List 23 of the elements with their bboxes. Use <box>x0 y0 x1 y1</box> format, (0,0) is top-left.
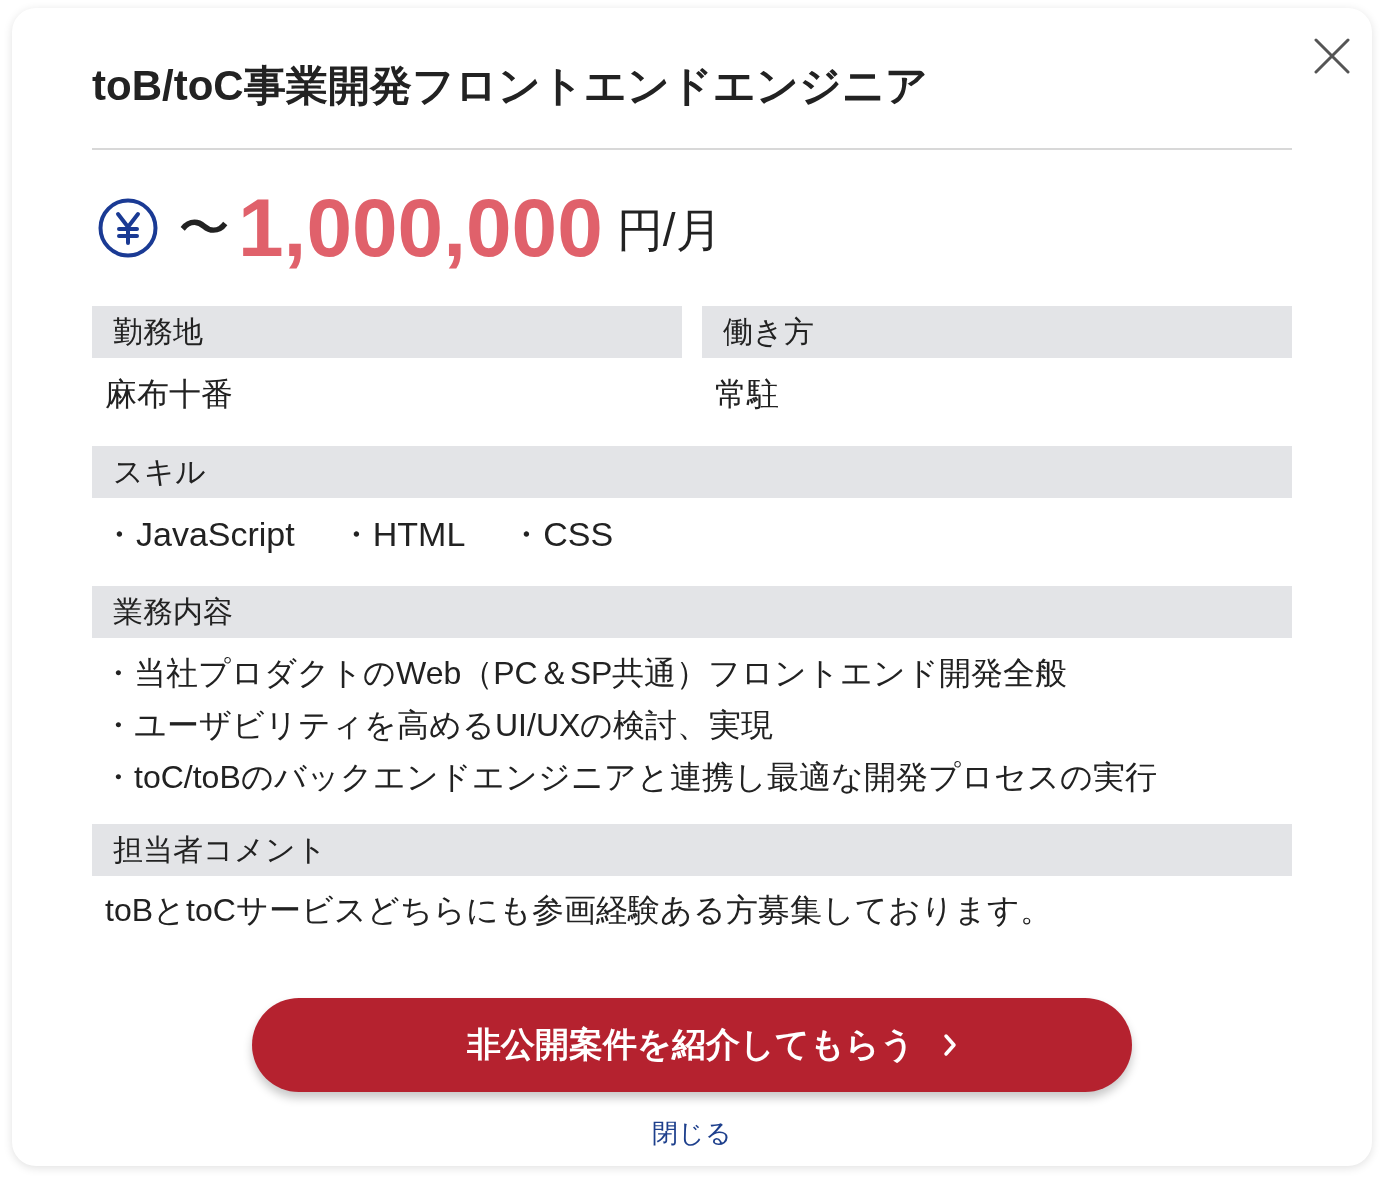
chevron-icon <box>943 1033 957 1057</box>
salary-amount: 1,000,000 <box>238 187 603 269</box>
skill-item: ・HTML <box>338 514 466 555</box>
skill-item: ・JavaScript <box>102 514 295 555</box>
close-link[interactable]: 閉じる <box>652 1116 732 1150</box>
section-heading: 業務内容 <box>92 586 1292 638</box>
duty-line: ・toC/toBのバックエンドエンジニアと連携し最適な開発プロセスの実行 <box>102 758 1158 797</box>
field-value: 常駐 <box>714 375 780 414</box>
yen-icon <box>98 198 158 258</box>
skill-item: ・CSS <box>509 514 614 555</box>
field-value: 麻布十番 <box>104 375 234 414</box>
salary-unit: 円/月 <box>616 207 722 253</box>
section-heading: 勤務地 <box>92 306 682 358</box>
referral-button[interactable]: 非公開案件を紹介してもらう <box>252 998 1132 1092</box>
comment-text: toBとtoCサービスどちらにも参画経験ある方募集しております。 <box>104 891 1053 930</box>
dialog-title: toB/toC事業開発フロントエンドエンジニア <box>92 61 929 111</box>
section-heading: 担当者コメント <box>92 824 1292 876</box>
salary-prefix: 〜 <box>178 202 230 254</box>
duty-line: ・ユーザビリティを高めるUI/UXの検討、実現 <box>102 706 775 745</box>
section-heading: スキル <box>92 446 1292 498</box>
duty-line: ・当社プロダクトのWeb（PC＆SP共通）フロントエンド開発全般 <box>102 654 1069 693</box>
close-icon[interactable] <box>1314 38 1350 74</box>
section-heading: 働き方 <box>702 306 1292 358</box>
